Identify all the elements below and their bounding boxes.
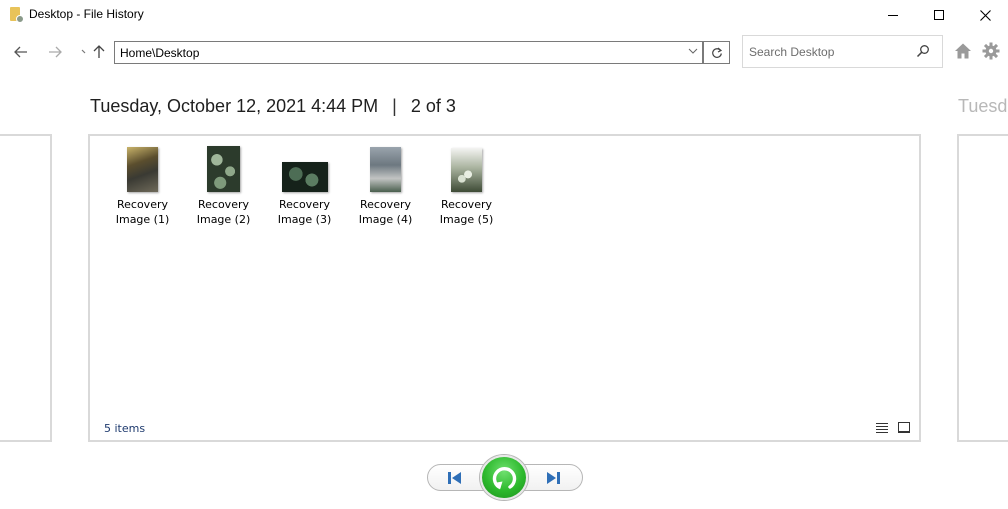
home-icon: [955, 43, 971, 59]
search-input[interactable]: Search Desktop: [742, 35, 943, 68]
file-name: Recovery Image (5): [439, 198, 494, 226]
arrow-left-icon: [14, 46, 27, 58]
arrow-up-icon: [93, 45, 105, 58]
snapshot-position: 2 of 3: [410, 96, 456, 116]
settings-button[interactable]: [981, 41, 1001, 61]
file-item[interactable]: Recovery Image (5): [426, 144, 507, 227]
details-view-button[interactable]: [876, 423, 888, 434]
skip-next-icon: [547, 472, 560, 484]
image-thumbnail: [127, 147, 158, 192]
current-snapshot-panel: Recovery Image (1) Recovery Image (2) Reco…: [88, 134, 921, 442]
file-item[interactable]: Recovery Image (1): [102, 144, 183, 227]
search-placeholder: Search Desktop: [749, 45, 835, 59]
details-view-icon: [876, 423, 888, 424]
address-bar[interactable]: Home\Desktop: [114, 41, 703, 64]
file-name: Recovery Image (2): [196, 198, 251, 226]
close-button[interactable]: [962, 0, 1008, 30]
playback-controls: [427, 455, 583, 500]
restore-icon: [492, 466, 517, 489]
next-snapshot-heading: Tuesda: [958, 96, 1008, 116]
file-list: Recovery Image (1) Recovery Image (2) Reco…: [102, 144, 507, 227]
image-thumbnail: [207, 146, 240, 192]
file-name: Recovery Image (4): [358, 198, 413, 226]
previous-snapshot-panel[interactable]: [0, 134, 52, 442]
previous-version-button[interactable]: [427, 464, 487, 491]
file-history-app-icon: [10, 7, 24, 23]
search-icon[interactable]: [916, 44, 930, 58]
address-dropdown-button[interactable]: [688, 44, 698, 61]
window-title: Desktop - File History: [29, 7, 144, 21]
refresh-button[interactable]: [703, 41, 730, 64]
file-name: Recovery Image (3): [277, 198, 332, 226]
restore-button[interactable]: [480, 455, 528, 500]
large-icons-view-button[interactable]: [898, 422, 910, 433]
skip-previous-icon: [448, 472, 461, 484]
up-button[interactable]: [91, 42, 107, 62]
item-count: 5 items: [104, 422, 146, 435]
image-thumbnail: [281, 162, 328, 192]
image-thumbnail: [370, 147, 401, 192]
maximize-button[interactable]: [916, 0, 962, 30]
next-version-button[interactable]: [523, 464, 583, 491]
title-bar: Desktop - File History: [0, 0, 1008, 30]
home-button[interactable]: [954, 42, 972, 60]
image-thumbnail: [451, 148, 482, 192]
close-icon: [979, 9, 991, 21]
recent-locations-button[interactable]: [80, 42, 88, 62]
file-item[interactable]: Recovery Image (3): [264, 144, 345, 227]
snapshot-datetime: Tuesday, October 12, 2021 4:44 PM: [90, 96, 379, 116]
chevron-down-icon: [81, 49, 86, 54]
chevron-down-icon: [688, 48, 698, 54]
heading-separator: |: [392, 96, 397, 116]
minimize-button[interactable]: [870, 0, 916, 30]
next-snapshot-panel[interactable]: [957, 134, 1008, 442]
file-item[interactable]: Recovery Image (4): [345, 144, 426, 227]
file-name: Recovery Image (1): [115, 198, 170, 226]
minimize-icon: [888, 14, 898, 16]
address-path: Home\Desktop: [120, 46, 200, 60]
gear-icon: [982, 42, 1000, 60]
file-item[interactable]: Recovery Image (2): [183, 144, 264, 227]
refresh-icon: [711, 47, 722, 58]
snapshot-heading: Tuesday, October 12, 2021 4:44 PM | 2 of 3: [90, 96, 456, 117]
forward-button[interactable]: [44, 42, 66, 62]
back-button[interactable]: [10, 42, 32, 62]
maximize-icon: [934, 10, 944, 20]
arrow-right-icon: [49, 46, 62, 58]
